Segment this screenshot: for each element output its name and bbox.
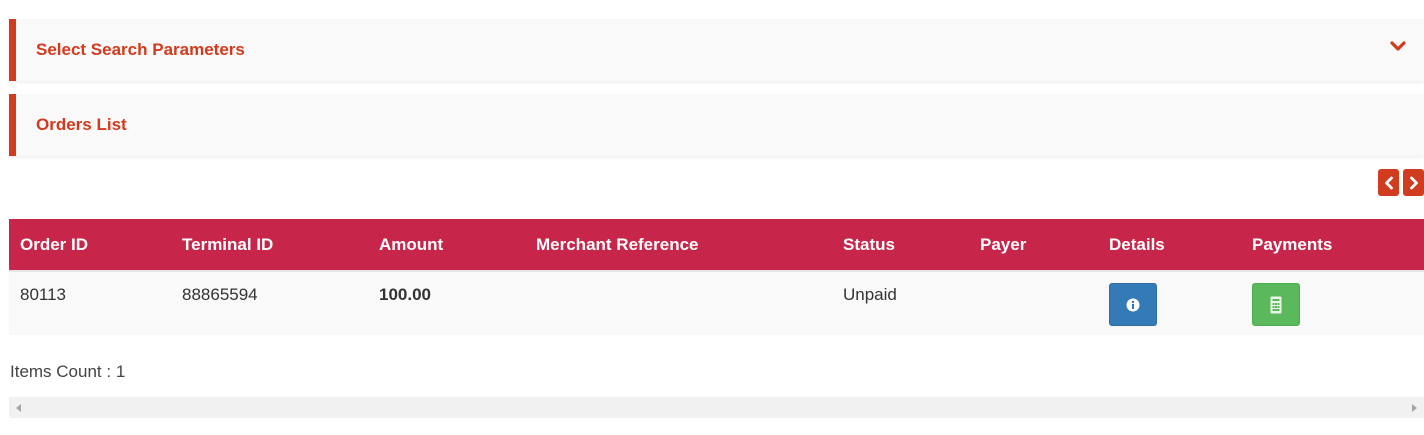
info-icon (1126, 298, 1140, 311)
cell-order-id: 80113 (20, 285, 67, 304)
cell-merchant-reference (525, 271, 832, 335)
orders-list-title: Orders List (36, 115, 127, 134)
column-header-merchant-reference[interactable]: Merchant Reference (525, 219, 832, 271)
column-header-status[interactable]: Status (832, 219, 969, 271)
column-header-amount[interactable]: Amount (368, 219, 525, 271)
details-button[interactable] (1109, 283, 1157, 326)
horizontal-scrollbar[interactable] (9, 397, 1424, 418)
orders-table-wrapper: Order ID Terminal ID Amount Merchant Ref… (9, 219, 1424, 335)
column-header-details: Details (1109, 234, 1165, 254)
column-header-payer[interactable]: Payer (969, 219, 1098, 271)
search-parameters-panel[interactable]: Select Search Parameters (9, 19, 1424, 81)
chevron-down-icon[interactable] (1390, 40, 1406, 54)
scroll-right-arrow-icon[interactable] (1412, 404, 1417, 412)
column-header-terminal-id[interactable]: Terminal ID (171, 219, 368, 271)
cell-details (1098, 271, 1241, 335)
table-row: 80113 88865594 100.00 Unpaid (9, 271, 1424, 335)
chevron-right-icon (1409, 176, 1418, 189)
column-header-order-id[interactable]: Order ID (9, 219, 171, 271)
chevron-left-icon (1384, 176, 1393, 189)
orders-list-panel: Orders List (9, 94, 1424, 156)
receipt-icon (1270, 296, 1282, 313)
next-page-button[interactable] (1403, 169, 1424, 196)
cell-status: Unpaid (843, 285, 897, 304)
payments-button[interactable] (1252, 283, 1300, 326)
orders-table: Order ID Terminal ID Amount Merchant Ref… (9, 219, 1424, 335)
previous-page-button[interactable] (1378, 169, 1399, 196)
cell-payments (1241, 271, 1424, 335)
scroll-left-arrow-icon[interactable] (16, 404, 21, 412)
search-parameters-title: Select Search Parameters (36, 40, 245, 59)
cell-amount: 100.00 (379, 285, 431, 304)
items-count: Items Count : 1 (10, 362, 126, 381)
pager (1378, 169, 1424, 196)
column-header-payments: Payments (1252, 234, 1333, 254)
cell-payer (969, 271, 1098, 335)
page: Select Search Parameters Orders List Ord… (0, 0, 1424, 435)
cell-terminal-id: 88865594 (182, 285, 258, 304)
table-header-row: Order ID Terminal ID Amount Merchant Ref… (9, 219, 1424, 271)
